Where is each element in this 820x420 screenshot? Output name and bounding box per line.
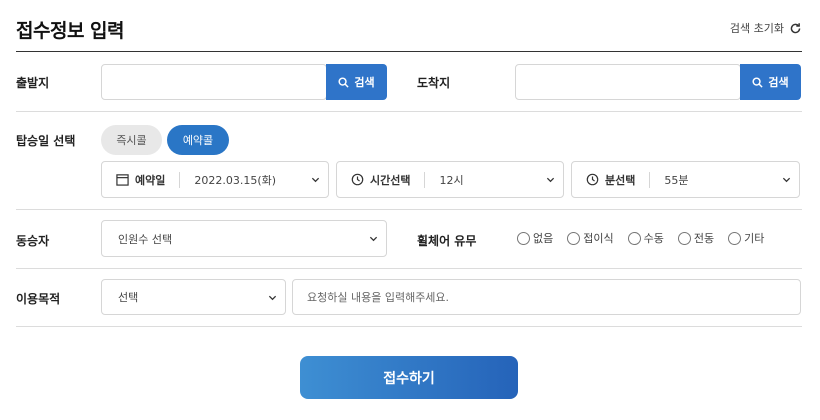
chevron-down-icon (782, 177, 791, 183)
instant-call-button[interactable]: 즉시콜 (101, 125, 162, 155)
wheelchair-label: 휠체어 유무 (417, 234, 477, 248)
boarding-label: 탑승일 선택 (16, 134, 76, 148)
radio-label: 전동 (693, 232, 715, 245)
search-icon (752, 76, 763, 88)
chevron-down-icon (311, 177, 320, 183)
radio-label: 없음 (533, 232, 554, 245)
reservation-date-label-wrap: 예약일 (102, 172, 165, 188)
wheelchair-option-manual[interactable]: 수동 (627, 230, 664, 246)
wheelchair-option-electric[interactable]: 전동 (677, 230, 715, 246)
request-placeholder: 요청하실 내용을 입력해주세요. (307, 291, 450, 304)
arrival-label: 도착지 (417, 76, 451, 90)
minute-select[interactable]: 분선택 55분 (571, 161, 800, 198)
reserve-call-button[interactable]: 예약콜 (167, 125, 229, 155)
purpose-select[interactable]: 선택 (101, 279, 286, 315)
clock-icon (351, 173, 364, 186)
select-divider (424, 171, 426, 188)
departure-search-label: 검색 (354, 76, 375, 89)
header-divider (16, 51, 802, 52)
chevron-down-icon (546, 177, 555, 183)
row-divider (16, 209, 802, 210)
wheelchair-option-folding[interactable]: 접이식 (567, 230, 614, 246)
departure-input[interactable] (101, 64, 327, 100)
clock-icon (586, 173, 599, 186)
calendar-icon (116, 174, 129, 186)
reset-search-button[interactable]: 검색 초기화 (730, 20, 802, 36)
chevron-down-icon (268, 295, 277, 300)
submit-button[interactable]: 접수하기 (300, 356, 518, 399)
request-input[interactable]: 요청하실 내용을 입력해주세요. (292, 279, 801, 315)
radio-circle (567, 231, 581, 245)
time-select[interactable]: 시간선택 12시 (336, 161, 564, 198)
time-label-wrap: 시간선택 (337, 172, 410, 188)
purpose-select-value: 선택 (118, 291, 139, 304)
select-divider (649, 171, 651, 188)
row-divider (16, 268, 802, 269)
radio-circle (517, 231, 530, 245)
arrival-search-button[interactable]: 검색 (740, 64, 801, 100)
page-title: 접수정보 입력 (16, 20, 125, 42)
reservation-date-value: 2022.03.15(화) (194, 173, 277, 187)
purpose-label: 이용목적 (16, 292, 61, 306)
select-divider (179, 171, 181, 188)
reservation-date-label: 예약일 (135, 173, 166, 187)
companion-select-value: 인원수 선택 (118, 232, 173, 246)
companion-select[interactable]: 인원수 선택 (101, 220, 387, 257)
radio-label: 수동 (643, 232, 664, 245)
chevron-down-icon (369, 236, 378, 242)
row-divider (16, 111, 802, 112)
minute-label-wrap: 분선택 (572, 172, 635, 188)
radio-label: 접이식 (583, 232, 614, 245)
wheelchair-option-none[interactable]: 없음 (517, 230, 553, 246)
time-label: 시간선택 (370, 173, 411, 187)
radio-circle (728, 231, 742, 245)
reset-search-label: 검색 초기화 (729, 22, 784, 35)
minute-label: 분선택 (605, 173, 636, 187)
arrival-search-label: 검색 (768, 76, 789, 89)
wheelchair-radio-group: 없음 접이식 수동 전동 기타 (517, 230, 764, 246)
minute-value: 55분 (664, 173, 689, 187)
reservation-date-select[interactable]: 예약일 2022.03.15(화) (101, 161, 329, 198)
radio-label: 기타 (744, 232, 765, 245)
search-icon (338, 76, 349, 88)
time-value: 12시 (439, 173, 464, 187)
radio-circle (627, 231, 641, 245)
companion-label: 동승자 (16, 234, 50, 248)
wheelchair-option-other[interactable]: 기타 (728, 230, 764, 246)
departure-label: 출발지 (16, 76, 50, 90)
arrival-input[interactable] (515, 64, 741, 100)
radio-circle (677, 231, 691, 245)
departure-search-button[interactable]: 검색 (326, 64, 387, 100)
refresh-icon (790, 22, 801, 33)
row-divider (16, 326, 802, 327)
